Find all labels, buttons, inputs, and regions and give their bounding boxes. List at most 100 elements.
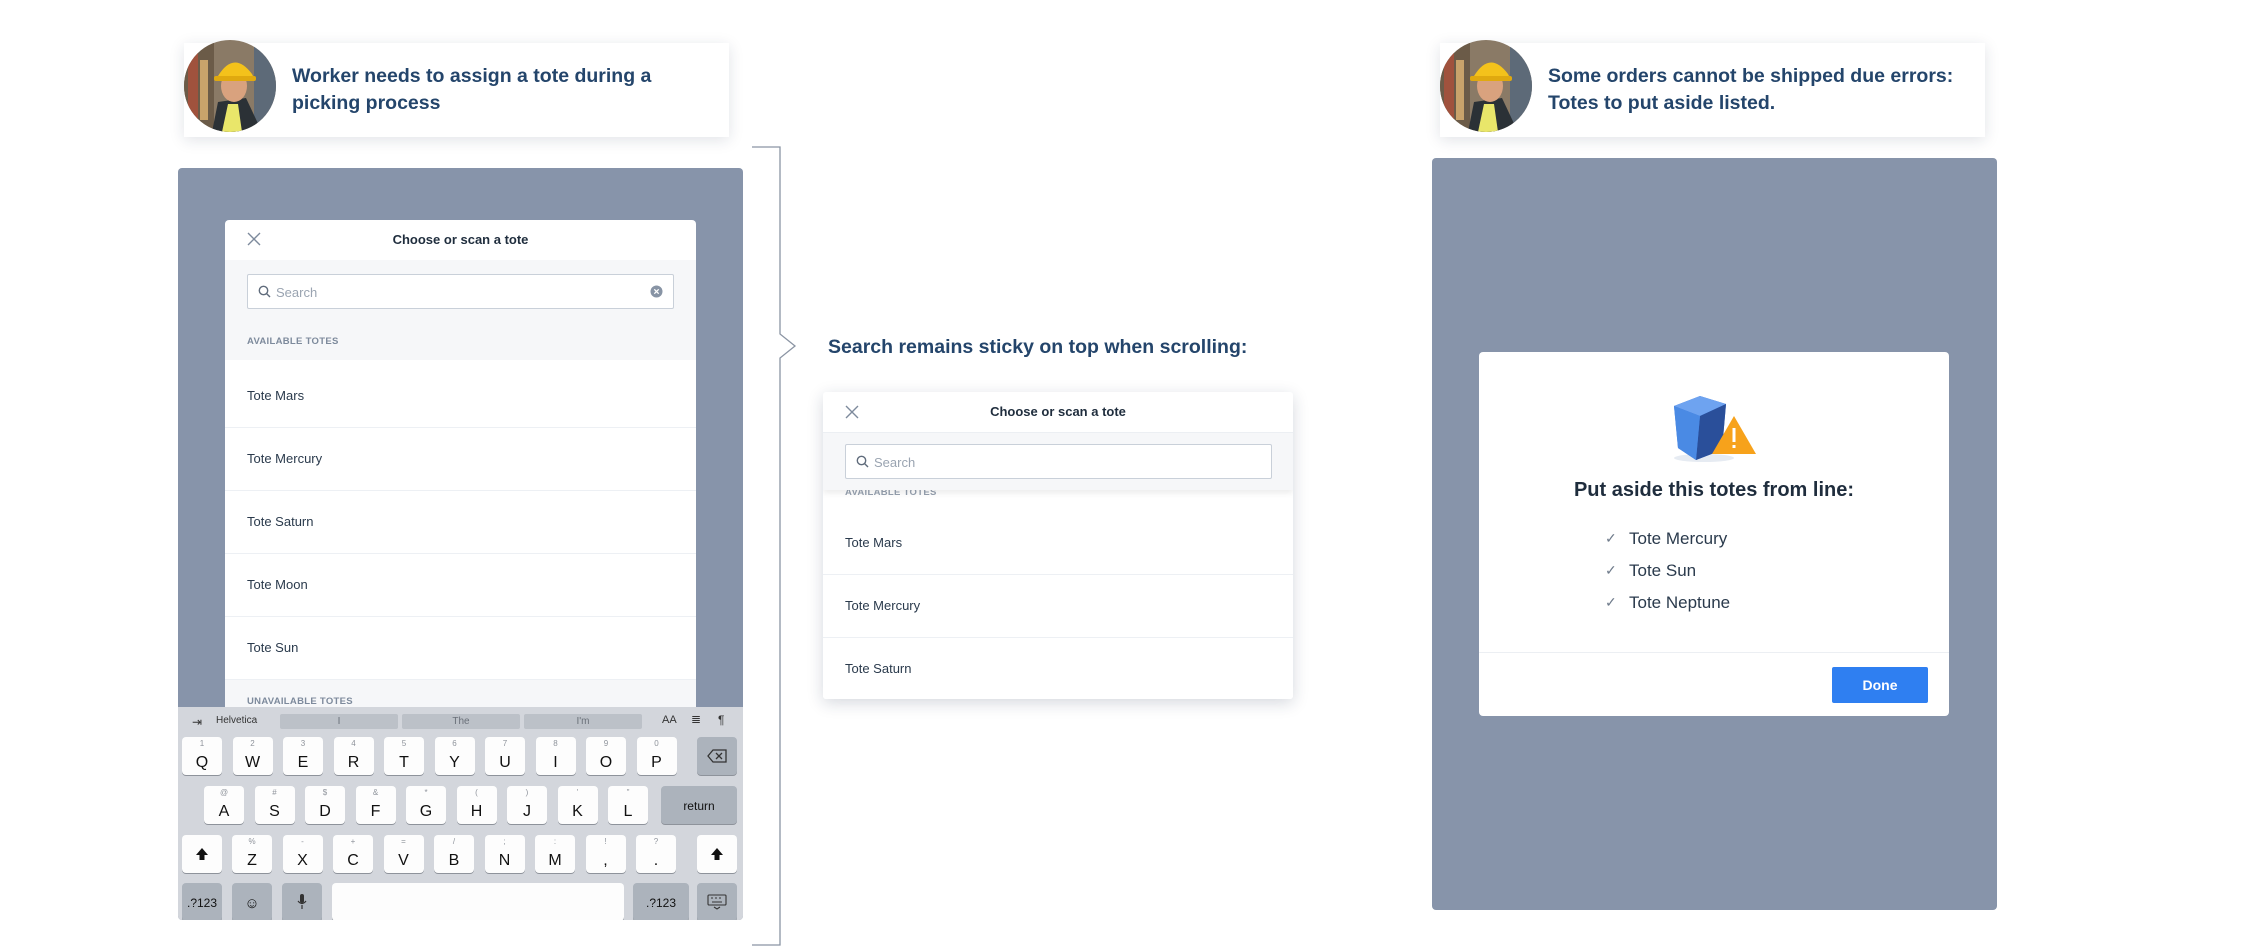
key-secondary-label: @	[219, 788, 229, 797]
suggestion-1[interactable]: I	[280, 714, 398, 729]
key-a[interactable]: @ A	[204, 786, 244, 824]
microphone-key[interactable]	[282, 883, 322, 920]
key-secondary-label: )	[525, 788, 529, 797]
key-secondary-label: 6	[452, 739, 457, 748]
key-r[interactable]: 4R	[333, 737, 374, 775]
key-period[interactable]: ?.	[636, 835, 676, 873]
annotation-text-right: Some orders cannot be shipped due errors…	[1548, 63, 1953, 117]
return-key[interactable]: return	[661, 786, 737, 824]
key-secondary-label: +	[350, 837, 356, 846]
put-aside-item-label: Tote Mercury	[1629, 529, 1728, 548]
modal-title: Choose or scan a tote	[990, 404, 1126, 419]
key-u[interactable]: 7U	[485, 737, 525, 775]
key-label: U	[499, 754, 511, 771]
key-label: I	[553, 754, 558, 771]
tab-icon[interactable]: ⇥	[192, 715, 202, 729]
key-b[interactable]: / B	[434, 835, 474, 873]
list-item[interactable]: Tote Sun	[225, 617, 696, 680]
tote-picker-modal: Choose or scan a tote Search AVAILABLE T…	[225, 220, 696, 740]
key-j[interactable]: ) J	[507, 786, 547, 824]
list-item[interactable]: Tote Mars	[225, 365, 696, 428]
key-secondary-label: (	[475, 788, 478, 797]
suggestion-3[interactable]: I'm	[524, 714, 642, 729]
search-input[interactable]: Search	[845, 444, 1272, 479]
numbers-key-right[interactable]: .?123	[633, 883, 689, 920]
search-input[interactable]: Search	[247, 274, 674, 309]
key-secondary-label: ;	[503, 837, 506, 846]
list-item[interactable]: Tote Mars	[823, 512, 1293, 575]
modal-title: Choose or scan a tote	[392, 232, 529, 247]
key-x[interactable]: -X	[282, 835, 323, 873]
list-item-label: Tote Mercury	[247, 451, 323, 466]
key-comma[interactable]: !,	[585, 835, 626, 873]
shift-left-key[interactable]	[182, 835, 222, 873]
emoji-key[interactable]: ☺	[232, 883, 272, 920]
key-i[interactable]: 8I	[535, 737, 576, 775]
shift-right-key[interactable]	[697, 835, 737, 873]
return-label: return	[683, 799, 715, 813]
suggestion-2[interactable]: The	[402, 714, 520, 729]
key-secondary-label: 4	[351, 739, 356, 748]
key-g[interactable]: * G	[406, 786, 446, 824]
key-m[interactable]: :M	[535, 835, 575, 873]
key-label: N	[498, 852, 511, 869]
available-totes-label: AVAILABLE TOTES	[247, 336, 339, 347]
key-label: L	[623, 803, 633, 820]
key-e[interactable]: 3E	[283, 737, 323, 775]
key-secondary-label: /	[452, 837, 456, 846]
key-secondary-label: 8	[553, 739, 558, 748]
list-item-label: Tote Mars	[845, 535, 903, 550]
key-n[interactable]: ; N	[484, 835, 525, 873]
key-v[interactable]: = V	[383, 835, 424, 873]
backspace-key[interactable]	[697, 737, 737, 775]
key-label: Q	[195, 754, 209, 771]
key-label: S	[269, 803, 280, 820]
paragraph-icon[interactable]: ¶	[718, 713, 724, 727]
key-label: F	[370, 803, 381, 820]
key-secondary-label: !	[604, 837, 607, 846]
list-item[interactable]: Tote Saturn	[225, 491, 696, 554]
key-secondary-label: 3	[300, 739, 306, 748]
key-p[interactable]: 0P	[636, 737, 677, 775]
list-item[interactable]: Tote Saturn	[823, 638, 1293, 699]
search-placeholder: Search	[276, 285, 318, 300]
numbers-key-left[interactable]: .?123	[182, 883, 222, 920]
shift-icon	[196, 848, 208, 860]
font-name-label[interactable]: Helvetica	[216, 715, 257, 726]
key-k[interactable]: ' K	[557, 786, 598, 824]
key-f[interactable]: & F	[355, 786, 396, 824]
align-icon[interactable]: ≣	[691, 712, 701, 726]
key-o[interactable]: 9O	[586, 737, 626, 775]
done-button[interactable]: Done	[1832, 667, 1928, 703]
key-l[interactable]: " L	[608, 786, 648, 824]
list-item[interactable]: Tote Mercury	[225, 428, 696, 491]
check-icon: ✓	[1605, 562, 1617, 578]
key-y[interactable]: 6Y	[434, 737, 475, 775]
key-w[interactable]: 2W	[232, 737, 273, 775]
key-q[interactable]: 1Q	[182, 737, 222, 775]
emoji-icon: ☺	[244, 895, 260, 912]
dialog-title: Put aside this totes from line:	[1573, 479, 1855, 501]
key-label: Z	[247, 852, 257, 869]
list-item[interactable]: Tote Mercury	[823, 575, 1293, 638]
annotation-line: Totes to put aside listed.	[1548, 92, 1776, 114]
key-c[interactable]: + C	[333, 835, 373, 873]
list-item-label: Tote Saturn	[247, 514, 314, 529]
key-t[interactable]: 5T	[384, 737, 424, 775]
list-item-label: Tote Mars	[247, 388, 305, 403]
key-secondary-label: &	[372, 788, 379, 797]
clear-search-icon[interactable]	[650, 285, 663, 298]
hide-keyboard-key[interactable]	[697, 883, 737, 920]
key-h[interactable]: (H	[456, 786, 497, 824]
list-item[interactable]: Tote Moon	[225, 554, 696, 617]
space-key[interactable]	[332, 883, 624, 920]
key-s[interactable]: # S	[254, 786, 295, 824]
key-label: X	[297, 852, 308, 869]
key-label: H	[470, 803, 483, 820]
key-d[interactable]: $ D	[305, 786, 345, 824]
key-z[interactable]: % Z	[232, 835, 272, 873]
font-size-icon[interactable]: AA	[662, 714, 677, 726]
annotation-text-left: Worker needs to assign a tote during a p…	[292, 63, 651, 117]
put-aside-item: ✓ Tote Sun	[1605, 561, 1696, 581]
key-secondary-label: :	[553, 837, 557, 846]
